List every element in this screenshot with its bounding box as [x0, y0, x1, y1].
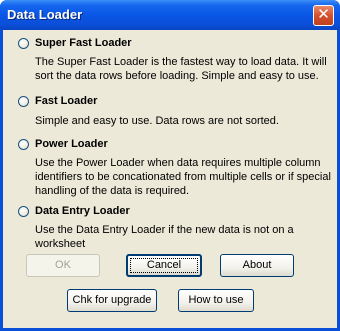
- radio-super-fast-loader[interactable]: [18, 37, 29, 49]
- close-button[interactable]: ✕: [313, 5, 334, 26]
- option-data-entry-loader[interactable]: Data Entry Loader: [18, 205, 130, 217]
- focus-rect: [130, 258, 198, 273]
- about-button[interactable]: About: [220, 254, 294, 277]
- option-description: Simple and easy to use. Data rows are no…: [35, 115, 279, 127]
- option-label: Data Entry Loader: [35, 205, 130, 217]
- radio-fast-loader[interactable]: [18, 95, 29, 107]
- option-description: The Super Fast Loader is the fastest way…: [35, 56, 327, 82]
- dialog-body: Super Fast Loader The Super Fast Loader …: [3, 30, 337, 328]
- radio-power-loader[interactable]: [18, 138, 29, 150]
- how-to-use-button[interactable]: How to use: [178, 289, 254, 312]
- close-x-icon: ✕: [317, 6, 330, 23]
- radio-data-entry-loader[interactable]: [18, 205, 29, 217]
- data-loader-window: Data Loader ✕ Super Fast Loader The Supe…: [0, 0, 340, 331]
- title-bar[interactable]: Data Loader ✕: [0, 0, 340, 30]
- window-title: Data Loader: [7, 7, 83, 22]
- option-power-loader[interactable]: Power Loader: [18, 138, 108, 150]
- ok-button[interactable]: OK: [26, 254, 100, 277]
- option-description: Use the Data Entry Loader if the new dat…: [35, 224, 294, 250]
- option-label: Super Fast Loader: [35, 37, 132, 49]
- option-label: Fast Loader: [35, 95, 98, 107]
- option-super-fast-loader[interactable]: Super Fast Loader: [18, 37, 132, 49]
- option-label: Power Loader: [35, 138, 108, 150]
- check-upgrade-button[interactable]: Chk for upgrade: [67, 289, 157, 312]
- cancel-button[interactable]: Cancel: [126, 254, 202, 277]
- option-fast-loader[interactable]: Fast Loader: [18, 95, 97, 107]
- option-description: Use the Power Loader when data requires …: [35, 157, 331, 197]
